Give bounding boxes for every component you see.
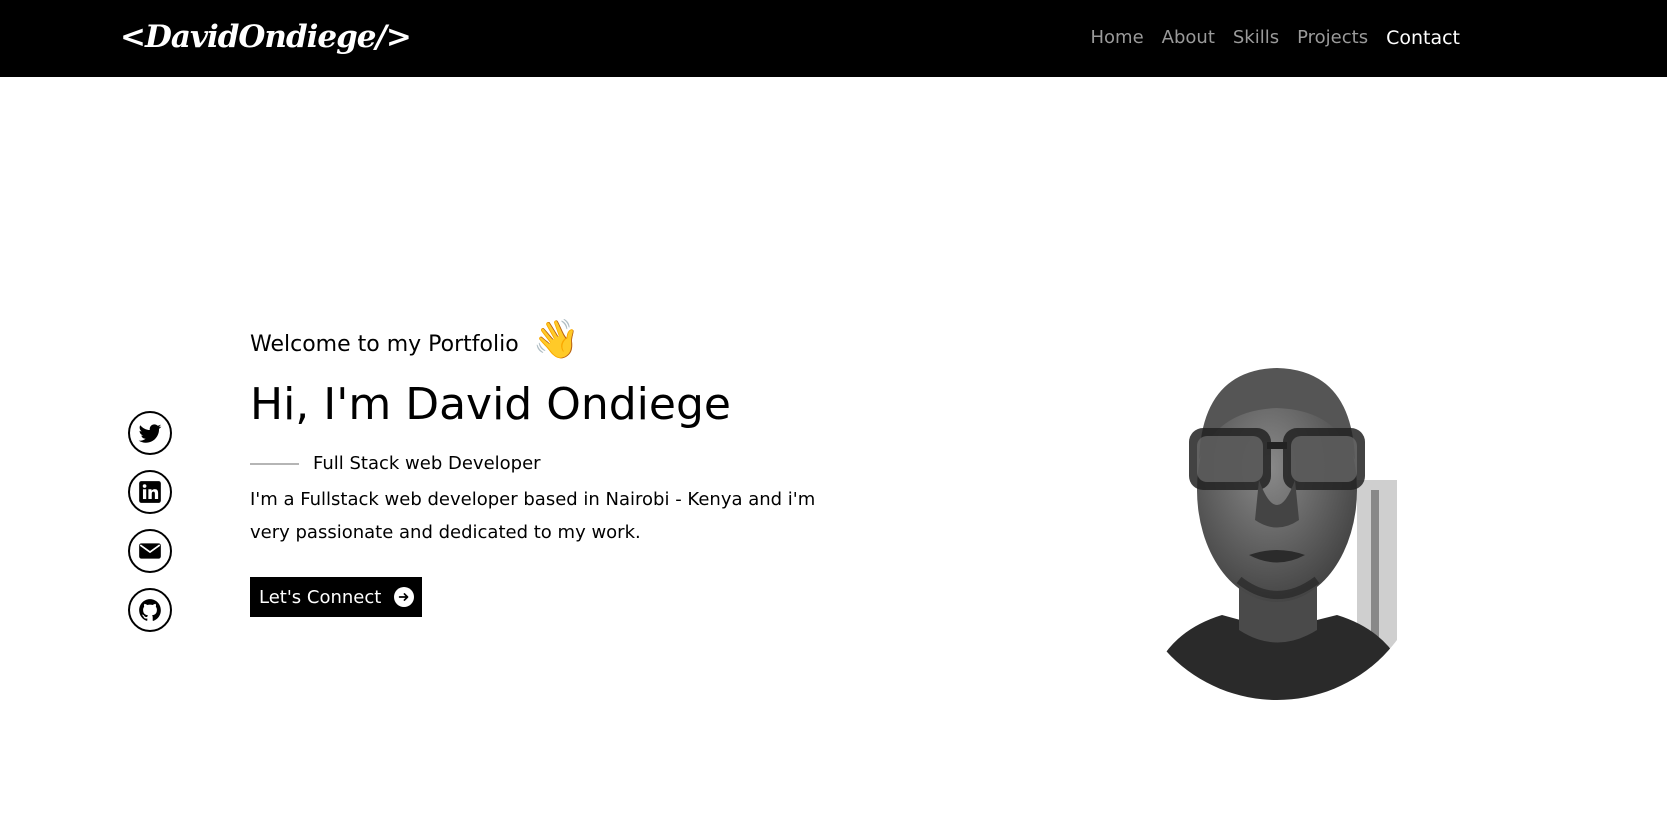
linkedin-icon <box>139 481 161 503</box>
nav-projects[interactable]: Projects <box>1297 22 1368 54</box>
github-icon <box>139 599 161 621</box>
linkedin-link[interactable] <box>128 470 172 514</box>
social-links <box>128 411 172 632</box>
lets-connect-label: Let's Connect <box>259 586 382 608</box>
lets-connect-button[interactable]: Let's Connect <box>250 577 423 617</box>
nav-skills[interactable]: Skills <box>1233 22 1279 54</box>
waving-hand-icon: 👋 <box>532 317 580 361</box>
arrow-right-circle-icon <box>394 587 415 607</box>
twitter-link[interactable] <box>128 411 172 455</box>
email-link[interactable] <box>128 529 172 573</box>
hero-description: I'm a Fullstack web developer based in N… <box>250 489 816 543</box>
main-nav: Home About Skills Projects Contact <box>1091 22 1461 54</box>
hero-section: Welcome to my Portfolio 👋 Hi, I'm David … <box>250 319 870 617</box>
navbar: <DavidOndiege/> Home About Skills Projec… <box>0 0 1667 77</box>
nav-contact[interactable]: Contact <box>1386 22 1460 54</box>
envelope-icon <box>139 543 161 559</box>
hero-title: Hi, I'm David Ondiege <box>250 379 731 430</box>
role-row: Full Stack web Developer <box>250 451 870 477</box>
twitter-icon <box>138 424 162 443</box>
site-logo[interactable]: <DavidOndiege/> <box>120 12 412 62</box>
welcome-text: Welcome to my Portfolio <box>250 332 519 357</box>
role-divider <box>250 463 299 465</box>
github-link[interactable] <box>128 588 172 632</box>
profile-photo <box>1127 330 1427 700</box>
nav-about[interactable]: About <box>1162 22 1215 54</box>
nav-home[interactable]: Home <box>1091 22 1144 54</box>
profile-photo-image <box>1127 330 1427 700</box>
role-text: Full Stack web Developer <box>313 453 541 474</box>
welcome-row: Welcome to my Portfolio 👋 <box>250 319 870 365</box>
